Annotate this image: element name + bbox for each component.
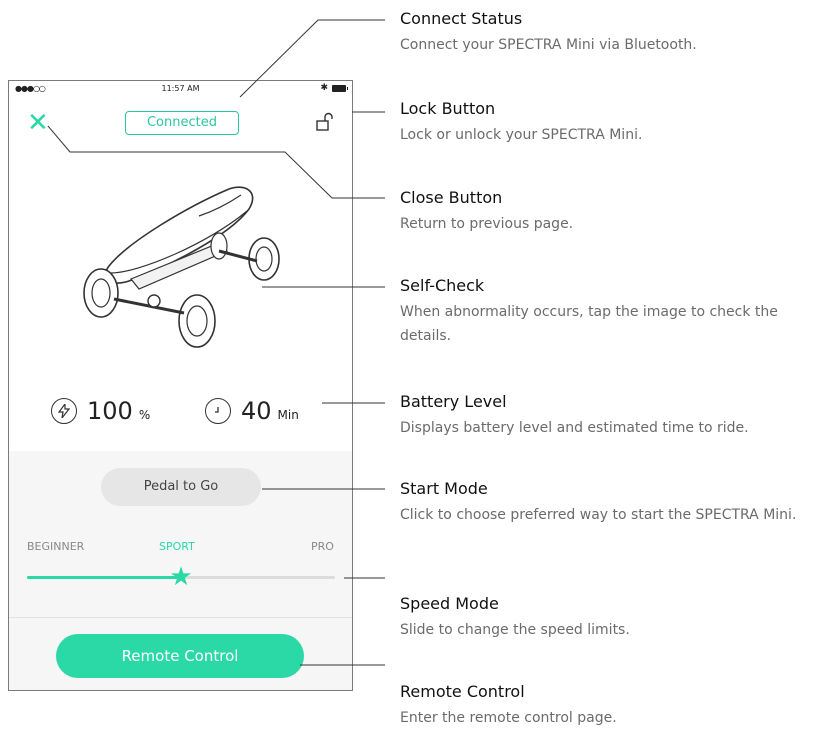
annotation-speed-mode: Speed Mode Slide to change the speed lim…: [400, 594, 820, 642]
speed-option-pro[interactable]: PRO: [311, 540, 334, 553]
ride-time-stat: 40 Min: [205, 391, 299, 431]
battery-level-panel: 100 % 40 Min: [9, 391, 352, 431]
annotation-remote-control: Remote Control Enter the remote control …: [400, 682, 820, 730]
annotation-start-mode: Start Mode Click to choose preferred way…: [400, 479, 820, 527]
annotation-desc: Return to previous page.: [400, 216, 574, 232]
remote-control-button[interactable]: Remote Control: [56, 634, 304, 678]
start-mode-button[interactable]: Pedal to Go: [101, 468, 261, 506]
annotation-self-check: Self-Check When abnormality occurs, tap …: [400, 276, 820, 348]
battery-percent: 100: [87, 397, 133, 425]
annotation-title: Speed Mode: [400, 594, 499, 613]
star-icon[interactable]: ★: [168, 564, 194, 590]
annotation-desc: Lock or unlock your SPECTRA Mini.: [400, 127, 643, 143]
speed-slider[interactable]: ★: [27, 564, 335, 590]
clock-icon: [205, 398, 231, 424]
annotation-desc: Enter the remote control page.: [400, 710, 617, 726]
battery-icon: [332, 85, 348, 92]
status-time: 11:57 AM: [161, 84, 200, 93]
divider: [9, 617, 352, 618]
annotation-title: Connect Status: [400, 9, 523, 28]
annotation-lock-button: Lock Button Lock or unlock your SPECTRA …: [400, 99, 820, 147]
annotation-desc: Click to choose preferred way to start t…: [400, 507, 797, 523]
battery-stat: 100 %: [51, 391, 150, 431]
annotation-title: Self-Check: [400, 276, 485, 295]
close-icon: ✕: [27, 108, 49, 138]
annotation-desc: Slide to change the speed limits.: [400, 622, 630, 638]
lightning-icon: [51, 398, 77, 424]
connect-status-badge[interactable]: Connected: [125, 111, 239, 135]
annotation-connect-status: Connect Status Connect your SPECTRA Mini…: [400, 9, 820, 57]
ride-time: 40: [241, 397, 272, 425]
status-bar: ●●●○○ 11:57 AM ✱: [9, 81, 352, 97]
annotation-title: Battery Level: [400, 392, 507, 411]
annotation-desc: When abnormality occurs, tap the image t…: [400, 304, 778, 344]
annotation-title: Close Button: [400, 188, 503, 207]
speed-option-sport[interactable]: SPORT: [159, 540, 195, 553]
mode-panel: Pedal to Go BEGINNER SPORT PRO ★ Remote …: [9, 451, 352, 690]
skateboard-image[interactable]: [69, 181, 289, 351]
close-button[interactable]: ✕: [27, 108, 51, 138]
phone-screen: ●●●○○ 11:57 AM ✱ ✕ Connected 100 % 40 Mi…: [8, 80, 353, 691]
annotation-title: Lock Button: [400, 99, 496, 118]
annotation-title: Start Mode: [400, 479, 488, 498]
annotation-battery-level: Battery Level Displays battery level and…: [400, 392, 820, 440]
annotation-desc: Displays battery level and estimated tim…: [400, 420, 749, 436]
annotation-title: Remote Control: [400, 682, 525, 701]
lock-button[interactable]: [314, 111, 336, 133]
annotation-close-button: Close Button Return to previous page.: [400, 188, 820, 236]
speed-option-beginner[interactable]: BEGINNER: [27, 540, 84, 553]
bluetooth-icon: ✱: [320, 83, 328, 93]
speed-mode-labels: BEGINNER SPORT PRO: [9, 540, 352, 556]
ride-time-unit: Min: [277, 408, 299, 422]
annotation-desc: Connect your SPECTRA Mini via Bluetooth.: [400, 37, 697, 53]
speed-slider-fill: [27, 576, 181, 579]
battery-unit: %: [138, 408, 151, 422]
unlock-icon: [316, 112, 333, 131]
skateboard-illustration: [83, 186, 280, 348]
